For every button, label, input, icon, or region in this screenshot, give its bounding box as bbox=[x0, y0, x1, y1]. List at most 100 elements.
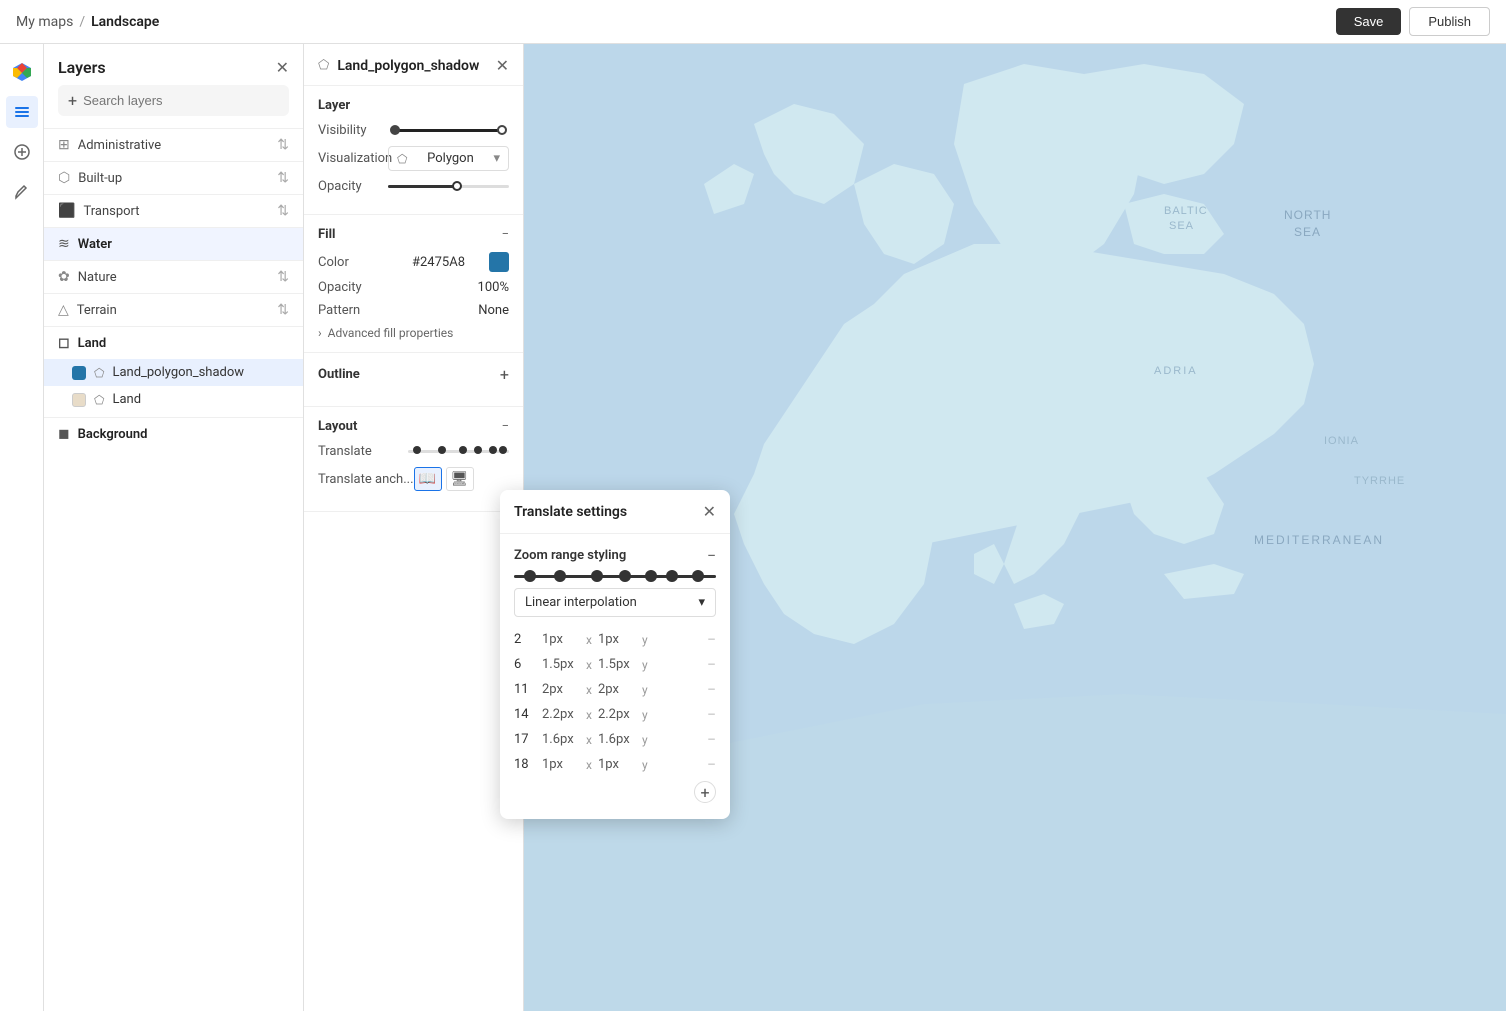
outline-title: Outline bbox=[318, 367, 360, 382]
icon-bar bbox=[0, 44, 44, 1011]
popup-close-button[interactable]: ✕ bbox=[703, 502, 716, 521]
zoom-row-3: 14 2.2px x 2.2px y − bbox=[514, 702, 716, 727]
layer-group-builtup: ⬡ Built-up ⇅ bbox=[44, 161, 303, 194]
layer-item-label: Land bbox=[112, 392, 141, 407]
style-panel-title-row: ⬠ Land_polygon_shadow bbox=[318, 58, 479, 74]
icon-bar-tools[interactable] bbox=[6, 176, 38, 208]
layer-item-land-polygon-shadow[interactable]: ⬠ Land_polygon_shadow bbox=[44, 359, 303, 386]
visualization-row: Visualization ⬠ Polygon ▾ bbox=[318, 146, 509, 171]
layers-search-bar[interactable]: + bbox=[58, 85, 289, 116]
anchor-book-button[interactable]: 📖 bbox=[414, 467, 442, 491]
save-button[interactable]: Save bbox=[1336, 8, 1402, 35]
zoom-y-axis-2: y bbox=[642, 683, 648, 697]
svg-text:SEA: SEA bbox=[1294, 225, 1321, 239]
zoom-remove-5[interactable]: − bbox=[707, 755, 716, 774]
interp-chevron-down-icon: ▾ bbox=[698, 595, 705, 610]
icon-bar-styles[interactable] bbox=[6, 136, 38, 168]
layer-group-background: ◼ Background bbox=[44, 417, 303, 450]
zoom-remove-4[interactable]: − bbox=[707, 730, 716, 749]
fill-color-hex: #2475A8 bbox=[412, 255, 465, 270]
zoom-slider-area[interactable] bbox=[514, 575, 716, 578]
translate-row: Translate bbox=[318, 444, 509, 459]
visibility-slider[interactable] bbox=[388, 129, 509, 132]
terrain-icon: △ bbox=[58, 302, 69, 318]
fill-section-title: Fill bbox=[318, 227, 335, 242]
advanced-fill-button[interactable]: › Advanced fill properties bbox=[318, 326, 509, 340]
administrative-label: Administrative bbox=[78, 138, 161, 153]
outline-add-button[interactable]: + bbox=[500, 365, 509, 384]
translate-settings-popup: Translate settings ✕ Zoom range styling … bbox=[500, 490, 730, 819]
zoom-section-collapse[interactable]: − bbox=[707, 546, 716, 565]
layer-item-land[interactable]: ⬠ Land bbox=[44, 386, 303, 413]
layer-section-title: Layer bbox=[318, 98, 350, 113]
fill-opacity-value: 100% bbox=[478, 280, 509, 295]
land-icon: ◻ bbox=[58, 335, 70, 351]
plus-icon[interactable]: + bbox=[68, 91, 77, 110]
anchor-desktop-button[interactable]: 🖥 bbox=[446, 467, 474, 491]
zoom-remove-0[interactable]: − bbox=[707, 630, 716, 649]
chevron-down-icon: ▾ bbox=[493, 151, 500, 166]
zoom-num-5: 18 bbox=[514, 757, 536, 772]
layer-group-nature-header[interactable]: ✿ Nature ⇅ bbox=[44, 261, 303, 293]
layer-group-land-header[interactable]: ◻ Land bbox=[44, 327, 303, 359]
land-label: Land bbox=[78, 336, 107, 351]
zoom-x-5: 1px bbox=[542, 757, 580, 772]
layer-group-left: ⬛ Transport bbox=[58, 203, 140, 219]
zoom-num-0: 2 bbox=[514, 632, 536, 647]
layer-color-swatch bbox=[72, 393, 86, 407]
style-panel: ⬠ Land_polygon_shadow ✕ Layer Visibility… bbox=[304, 44, 524, 1011]
search-input[interactable] bbox=[83, 93, 279, 108]
administrative-toggle[interactable]: ⇅ bbox=[277, 137, 289, 153]
visualization-select[interactable]: ⬠ Polygon ▾ bbox=[388, 146, 509, 171]
breadcrumb-separator: / bbox=[79, 14, 85, 30]
background-label: Background bbox=[78, 427, 148, 442]
interpolation-select[interactable]: Linear interpolation ▾ bbox=[514, 588, 716, 617]
water-icon: ≋ bbox=[58, 236, 70, 252]
translate-slider[interactable] bbox=[408, 450, 509, 453]
transport-toggle[interactable]: ⇅ bbox=[277, 203, 289, 219]
fill-collapse-button[interactable]: − bbox=[502, 227, 509, 242]
layer-group-water-header[interactable]: ≋ Water bbox=[44, 228, 303, 260]
style-panel-close-button[interactable]: ✕ bbox=[496, 56, 509, 75]
layer-group-transport-header[interactable]: ⬛ Transport ⇅ bbox=[44, 195, 303, 227]
icon-bar-layers[interactable] bbox=[6, 96, 38, 128]
breadcrumb-my-maps[interactable]: My maps bbox=[16, 14, 73, 30]
layout-header: Layout − bbox=[318, 419, 509, 434]
zoom-remove-2[interactable]: − bbox=[707, 680, 716, 699]
topbar-actions: Save Publish bbox=[1336, 7, 1490, 36]
layer-group-water: ≋ Water bbox=[44, 227, 303, 260]
zoom-num-4: 17 bbox=[514, 732, 536, 747]
layer-group-administrative-header[interactable]: ⊞ Administrative ⇅ bbox=[44, 129, 303, 161]
builtup-toggle[interactable]: ⇅ bbox=[277, 170, 289, 186]
translate-anchor-row: Translate anch... 📖 🖥 bbox=[318, 467, 509, 491]
zoom-x-axis-4: x bbox=[586, 733, 592, 747]
zoom-remove-3[interactable]: − bbox=[707, 705, 716, 724]
layer-group-builtup-header[interactable]: ⬡ Built-up ⇅ bbox=[44, 162, 303, 194]
publish-button[interactable]: Publish bbox=[1409, 7, 1490, 36]
opacity-label: Opacity bbox=[318, 179, 388, 194]
zoom-remove-1[interactable]: − bbox=[707, 655, 716, 674]
section-header-layer: Layer bbox=[318, 98, 509, 113]
fill-color-row: Color #2475A8 bbox=[318, 252, 509, 272]
layer-group-terrain-header[interactable]: △ Terrain ⇅ bbox=[44, 294, 303, 326]
layer-color-swatch bbox=[72, 366, 86, 380]
svg-text:TYRRHE: TYRRHE bbox=[1354, 475, 1405, 487]
layer-group-background-header[interactable]: ◼ Background bbox=[44, 418, 303, 450]
anchor-icons: 📖 🖥 bbox=[414, 467, 474, 491]
icon-bar-logo bbox=[6, 56, 38, 88]
popup-title: Translate settings bbox=[514, 504, 627, 520]
layer-group-terrain: △ Terrain ⇅ bbox=[44, 293, 303, 326]
zoom-section: Zoom range styling − Linear interpolatio… bbox=[500, 534, 730, 819]
zoom-x-0: 1px bbox=[542, 632, 580, 647]
fill-color-swatch[interactable] bbox=[489, 252, 509, 272]
layers-close-button[interactable]: ✕ bbox=[276, 58, 289, 77]
terrain-toggle[interactable]: ⇅ bbox=[277, 302, 289, 318]
layer-group-nature: ✿ Nature ⇅ bbox=[44, 260, 303, 293]
svg-text:SEA: SEA bbox=[1169, 220, 1194, 232]
fill-pattern-row: Pattern None bbox=[318, 303, 509, 318]
opacity-slider[interactable] bbox=[388, 185, 509, 188]
zoom-y-axis-4: y bbox=[642, 733, 648, 747]
add-zoom-button[interactable]: + bbox=[694, 781, 716, 803]
layout-collapse-button[interactable]: − bbox=[502, 419, 509, 434]
nature-toggle[interactable]: ⇅ bbox=[277, 269, 289, 285]
